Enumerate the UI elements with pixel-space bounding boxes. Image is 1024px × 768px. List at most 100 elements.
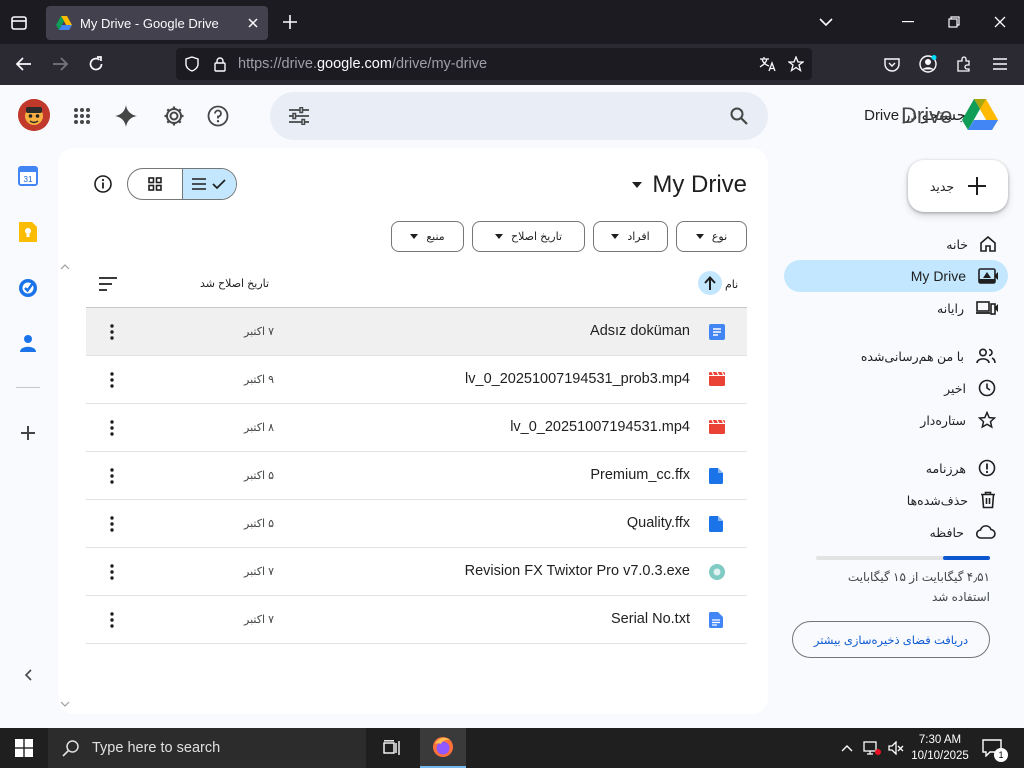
- more-actions-icon[interactable]: [110, 372, 114, 388]
- more-actions-icon[interactable]: [110, 420, 114, 436]
- sidebar-item-spam[interactable]: هرزنامه: [926, 452, 1008, 484]
- scroll-up-icon[interactable]: [58, 261, 72, 273]
- sidebar-item-storage[interactable]: حافظه: [930, 516, 1008, 548]
- search-icon: [62, 739, 80, 757]
- sidebar-item-my-drive[interactable]: My Drive: [911, 260, 1008, 292]
- pocket-icon[interactable]: [882, 54, 902, 74]
- chevron-down-icon: [695, 234, 704, 239]
- more-actions-icon[interactable]: [110, 516, 114, 532]
- address-bar[interactable]: https://drive. google.com/drive/my-drive: [176, 48, 812, 80]
- view-toggle[interactable]: [127, 168, 237, 200]
- show-hidden-icons-icon[interactable]: [838, 738, 856, 758]
- sidebar-item-trash[interactable]: حذف‌شده‌ها: [907, 484, 1008, 516]
- sidebar-item-home[interactable]: خانه: [946, 228, 1008, 260]
- file-row[interactable]: Quality.ffx ۵ اکتبر: [86, 500, 747, 548]
- clock-icon: [978, 379, 996, 397]
- info-icon[interactable]: [93, 174, 113, 194]
- contacts-icon[interactable]: [20, 334, 36, 352]
- forward-icon[interactable]: [50, 54, 70, 74]
- chevron-down-icon: [611, 234, 620, 239]
- tab-overview-icon[interactable]: [8, 12, 30, 34]
- search-options-icon[interactable]: [287, 104, 311, 128]
- file-row[interactable]: Serial No.txt ۷ اکتبر: [86, 596, 747, 644]
- column-name-header[interactable]: نام: [725, 278, 738, 291]
- file-row[interactable]: Revision FX Twixtor Pro v7.0.3.exe ۷ اکتب…: [86, 548, 747, 596]
- sidebar-item-label: ستاره‌دار: [920, 413, 966, 428]
- extensions-icon[interactable]: [954, 54, 974, 74]
- filter-label: نوع: [711, 231, 728, 243]
- google-doc-icon: [709, 324, 725, 340]
- reload-icon[interactable]: [86, 54, 106, 74]
- video-icon: [709, 372, 725, 388]
- sidebar-item-recent[interactable]: اخیر: [944, 372, 1008, 404]
- close-tab-icon[interactable]: [248, 18, 258, 28]
- windows-start-icon[interactable]: [0, 728, 48, 768]
- file-row[interactable]: lv_0_20251007194531_prob3.mp4 ۹ اکتبر: [86, 356, 747, 404]
- file-modified-date: ۵ اکتبر: [244, 518, 274, 530]
- network-icon[interactable]: [861, 738, 883, 758]
- sidebar-item-starred[interactable]: ستاره‌دار: [920, 404, 1008, 436]
- get-more-storage-button[interactable]: دریافت فضای ذخیره‌سازی بیشتر: [792, 621, 990, 658]
- sidebar-item-label: هرزنامه: [925, 461, 966, 476]
- gemini-sparkle-icon[interactable]: [114, 104, 138, 128]
- calendar-icon[interactable]: 31: [18, 166, 38, 186]
- sidebar-item-computers[interactable]: رایانه: [937, 292, 1008, 324]
- shield-icon[interactable]: [183, 55, 201, 73]
- file-name: lv_0_20251007194531.mp4: [510, 419, 690, 435]
- minimize-icon[interactable]: [898, 12, 918, 32]
- more-actions-icon[interactable]: [110, 564, 114, 580]
- new-button-label: جدید: [929, 179, 955, 194]
- filter-modified-chip[interactable]: تاریخ اصلاح: [472, 221, 585, 252]
- avatar[interactable]: [18, 99, 50, 131]
- more-actions-icon[interactable]: [110, 324, 114, 340]
- lock-icon[interactable]: [211, 55, 229, 73]
- video-icon: [709, 420, 725, 436]
- taskbar-search-placeholder: Type here to search: [92, 740, 221, 756]
- taskbar-search[interactable]: Type here to search: [48, 728, 366, 768]
- back-icon[interactable]: [14, 54, 34, 74]
- sort-direction-button[interactable]: [698, 271, 722, 295]
- close-window-icon[interactable]: [990, 12, 1010, 32]
- drive-logo-icon[interactable]: [962, 99, 998, 131]
- star-bookmark-icon[interactable]: [786, 55, 806, 73]
- file-icon: [709, 516, 725, 532]
- settings-gear-icon[interactable]: [162, 104, 186, 128]
- filter-type-chip[interactable]: نوع: [676, 221, 747, 252]
- search-icon[interactable]: [727, 104, 751, 128]
- list-tabs-icon[interactable]: [816, 12, 836, 32]
- keep-icon[interactable]: [19, 222, 37, 242]
- file-icon: [709, 468, 725, 484]
- more-actions-icon[interactable]: [110, 612, 114, 628]
- scroll-down-icon[interactable]: [58, 698, 72, 710]
- more-actions-icon[interactable]: [110, 468, 114, 484]
- sort-options-icon[interactable]: [97, 275, 119, 293]
- collapse-rail-icon[interactable]: [20, 667, 36, 683]
- account-icon[interactable]: [918, 54, 938, 74]
- menu-icon[interactable]: [990, 54, 1010, 74]
- translate-icon[interactable]: [758, 55, 778, 73]
- restore-icon[interactable]: [944, 12, 964, 32]
- tasks-icon[interactable]: [18, 278, 38, 298]
- list-view-button[interactable]: [181, 169, 236, 199]
- browser-tab-active[interactable]: My Drive - Google Drive: [46, 6, 268, 40]
- new-button[interactable]: جدید: [908, 160, 1008, 212]
- new-tab-icon[interactable]: [280, 12, 300, 32]
- column-modified-header[interactable]: تاریخ اصلاح شد: [200, 277, 269, 290]
- help-icon[interactable]: [206, 104, 230, 128]
- sidebar-item-shared[interactable]: با من هم‌رسانی‌شده: [861, 340, 1008, 372]
- filter-people-chip[interactable]: افراد: [593, 221, 668, 252]
- taskbar-clock[interactable]: 7:30 AM 10/10/2025: [910, 732, 970, 764]
- search-bar[interactable]: [270, 92, 768, 140]
- filter-label: تاریخ اصلاح: [511, 231, 563, 243]
- grid-view-button[interactable]: [128, 169, 182, 199]
- page-title-button[interactable]: My Drive: [632, 171, 747, 199]
- file-row[interactable]: Adsız doküman ۷ اکتبر: [86, 308, 747, 356]
- task-view-icon[interactable]: [376, 728, 408, 768]
- filter-source-chip[interactable]: منبع: [391, 221, 464, 252]
- firefox-taskbar-button[interactable]: [420, 728, 466, 768]
- file-row[interactable]: Premium_cc.ffx ۵ اکتبر: [86, 452, 747, 500]
- apps-grid-icon[interactable]: [70, 104, 94, 128]
- file-row[interactable]: lv_0_20251007194531.mp4 ۸ اکتبر: [86, 404, 747, 452]
- volume-muted-icon[interactable]: [886, 738, 906, 758]
- add-apps-icon[interactable]: [18, 423, 38, 443]
